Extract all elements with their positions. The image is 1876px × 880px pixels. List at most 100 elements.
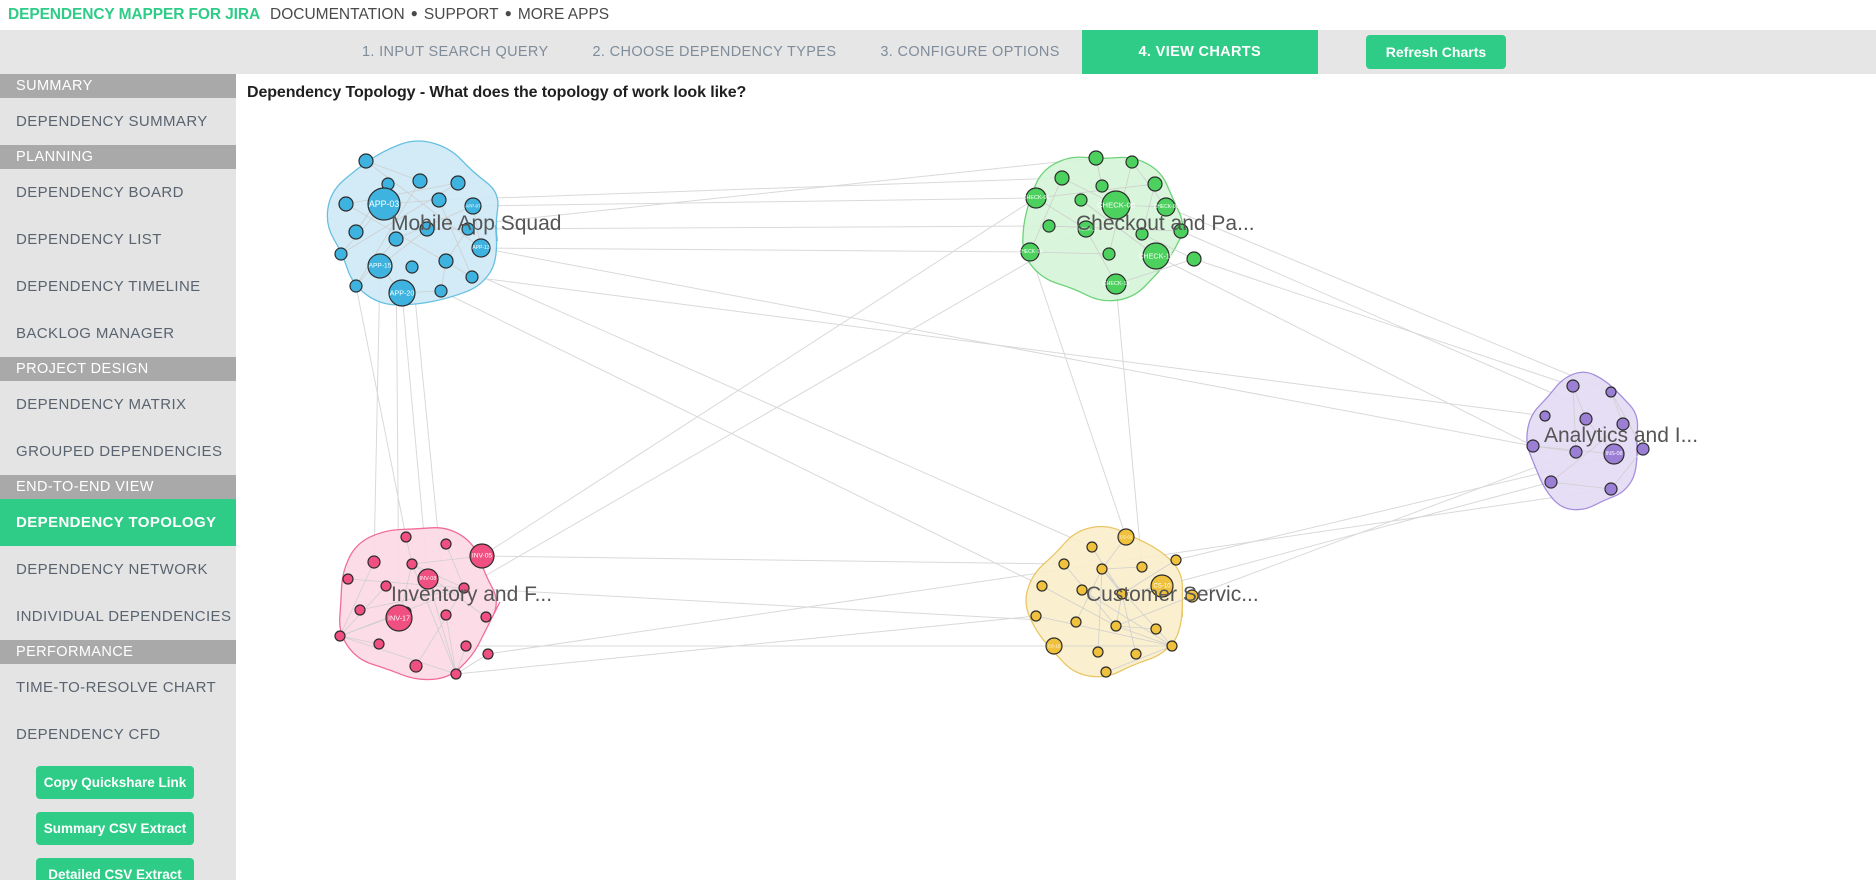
topology-node[interactable] bbox=[1136, 561, 1148, 573]
node-circle-INV-10[interactable] bbox=[354, 604, 366, 616]
sidebar-item-dependency-cfd[interactable]: DEPENDENCY CFD bbox=[0, 711, 236, 758]
topology-node[interactable] bbox=[1166, 640, 1178, 652]
topology-node[interactable] bbox=[440, 538, 452, 550]
refresh-charts-button[interactable]: Refresh Charts bbox=[1365, 35, 1507, 69]
copy-quickshare-link-button[interactable]: Copy Quickshare Link bbox=[36, 766, 194, 799]
node-circle-CHECK-15[interactable] bbox=[1102, 247, 1116, 261]
node-circle-CS-17[interactable] bbox=[1092, 646, 1104, 658]
topology-node[interactable] bbox=[338, 196, 354, 212]
node-circle-APP-06[interactable] bbox=[450, 175, 466, 191]
topology-node[interactable] bbox=[354, 604, 366, 616]
topology-node[interactable] bbox=[1086, 541, 1098, 553]
node-circle-CS-13[interactable] bbox=[1070, 616, 1082, 628]
topology-node[interactable] bbox=[460, 640, 472, 652]
node-circle-INS-01[interactable] bbox=[1566, 379, 1580, 393]
sidebar-item-grouped-dependencies[interactable]: GROUPED DEPENDENCIES bbox=[0, 428, 236, 475]
topology-node[interactable] bbox=[380, 580, 392, 592]
sidebar-item-dependency-matrix[interactable]: DEPENDENCY MATRIX bbox=[0, 381, 236, 428]
node-circle-INV-18[interactable] bbox=[409, 659, 423, 673]
node-circle-CS-05[interactable] bbox=[1136, 561, 1148, 573]
topology-node[interactable] bbox=[431, 192, 447, 208]
node-circle-CS-02[interactable] bbox=[1086, 541, 1098, 553]
node-circle-INS-07[interactable] bbox=[1569, 445, 1583, 459]
topnav-documentation-link[interactable]: DOCUMENTATION bbox=[270, 6, 405, 24]
node-circle-APP-05[interactable] bbox=[431, 192, 447, 208]
node-circle-INV-03[interactable] bbox=[367, 555, 381, 569]
node-circle-APP-20[interactable] bbox=[388, 279, 416, 307]
node-circle-APP-17[interactable] bbox=[438, 253, 454, 269]
topology-node[interactable] bbox=[1074, 193, 1088, 207]
topology-node[interactable] bbox=[440, 609, 452, 621]
detailed-csv-extract-button[interactable]: Detailed CSV Extract bbox=[36, 858, 194, 880]
topology-node[interactable] bbox=[1054, 170, 1070, 186]
node-circle-CS-15[interactable] bbox=[1150, 623, 1162, 635]
topology-node[interactable] bbox=[1150, 623, 1162, 635]
node-circle-CHECK-03[interactable] bbox=[1054, 170, 1070, 186]
node-circle-INV-13[interactable] bbox=[480, 611, 492, 623]
topology-node[interactable]: CS-16 bbox=[1045, 637, 1063, 655]
topology-node[interactable]: INV-17 bbox=[385, 604, 413, 632]
node-circle-INV-19[interactable] bbox=[450, 668, 462, 680]
node-circle-CHECK-04[interactable] bbox=[1095, 179, 1109, 193]
topology-node[interactable]: APP-13 bbox=[471, 238, 491, 258]
topology-node[interactable] bbox=[1544, 475, 1558, 489]
topology-node[interactable] bbox=[1526, 439, 1540, 453]
topology-node[interactable] bbox=[480, 611, 492, 623]
topology-node[interactable] bbox=[358, 153, 374, 169]
topology-node[interactable] bbox=[409, 659, 423, 673]
topology-node[interactable] bbox=[367, 555, 381, 569]
topology-node[interactable] bbox=[1604, 482, 1618, 496]
topology-node[interactable] bbox=[450, 668, 462, 680]
topology-node[interactable] bbox=[1170, 554, 1182, 566]
topology-node[interactable]: INS-08 bbox=[1603, 443, 1625, 465]
node-circle-INV-15[interactable] bbox=[373, 638, 385, 650]
node-circle-CS-16[interactable] bbox=[1045, 637, 1063, 655]
topology-node[interactable] bbox=[1186, 251, 1202, 267]
topology-node[interactable] bbox=[373, 638, 385, 650]
node-circle-CS-06[interactable] bbox=[1170, 554, 1182, 566]
topology-node[interactable] bbox=[438, 253, 454, 269]
topology-node[interactable] bbox=[450, 175, 466, 191]
topology-node[interactable] bbox=[412, 173, 428, 189]
topology-node[interactable] bbox=[348, 224, 364, 240]
node-circle-APP-08[interactable] bbox=[338, 196, 354, 212]
topology-node[interactable] bbox=[1566, 379, 1580, 393]
node-circle-CHECK-05[interactable] bbox=[1147, 176, 1163, 192]
topology-node[interactable] bbox=[482, 648, 494, 660]
topology-node[interactable] bbox=[1569, 445, 1583, 459]
node-circle-INV-02[interactable] bbox=[440, 538, 452, 550]
node-circle-CHECK-10[interactable] bbox=[1042, 219, 1056, 233]
topology-node[interactable] bbox=[1125, 155, 1139, 169]
node-circle-APP-16[interactable] bbox=[405, 260, 419, 274]
node-circle-APP-18[interactable] bbox=[465, 270, 479, 284]
node-circle-APP-19[interactable] bbox=[349, 279, 363, 293]
node-circle-INS-06[interactable] bbox=[1526, 439, 1540, 453]
node-circle-INV-05[interactable] bbox=[469, 543, 495, 569]
node-circle-APP-21[interactable] bbox=[434, 284, 448, 298]
topology-node[interactable] bbox=[1042, 219, 1056, 233]
node-circle-CS-14[interactable] bbox=[1110, 620, 1122, 632]
topnav-support-link[interactable]: SUPPORT bbox=[424, 6, 499, 24]
node-circle-APP-09[interactable] bbox=[348, 224, 364, 240]
tab-choose-dependency-types[interactable]: 2. CHOOSE DEPENDENCY TYPES bbox=[571, 30, 859, 74]
topology-node[interactable] bbox=[1096, 563, 1108, 575]
topology-node[interactable] bbox=[1030, 610, 1042, 622]
topology-node[interactable] bbox=[1095, 179, 1109, 193]
node-circle-CS-04[interactable] bbox=[1096, 563, 1108, 575]
node-circle-CS-12[interactable] bbox=[1030, 610, 1042, 622]
node-circle-INV-17[interactable] bbox=[385, 604, 413, 632]
node-circle-INV-07[interactable] bbox=[380, 580, 392, 592]
node-circle-INS-03[interactable] bbox=[1539, 410, 1551, 422]
node-circle-INV-14[interactable] bbox=[334, 630, 346, 642]
node-circle-INS-08[interactable] bbox=[1603, 443, 1625, 465]
topology-node[interactable] bbox=[349, 279, 363, 293]
node-circle-CS-01[interactable] bbox=[1117, 528, 1135, 546]
topology-node[interactable] bbox=[1110, 620, 1122, 632]
summary-csv-extract-button[interactable]: Summary CSV Extract bbox=[36, 812, 194, 845]
node-circle-CHECK-07[interactable] bbox=[1074, 193, 1088, 207]
dependency-topology-chart[interactable]: APP-03 APP-07APP-13APP-15APP-20CHECK-06CH… bbox=[236, 74, 1876, 880]
node-circle-CHECK-06[interactable] bbox=[1025, 187, 1047, 209]
topology-node[interactable] bbox=[1102, 247, 1116, 261]
topnav-more-apps-link[interactable]: MORE APPS bbox=[518, 6, 609, 24]
node-circle-INV-06[interactable] bbox=[342, 573, 354, 585]
